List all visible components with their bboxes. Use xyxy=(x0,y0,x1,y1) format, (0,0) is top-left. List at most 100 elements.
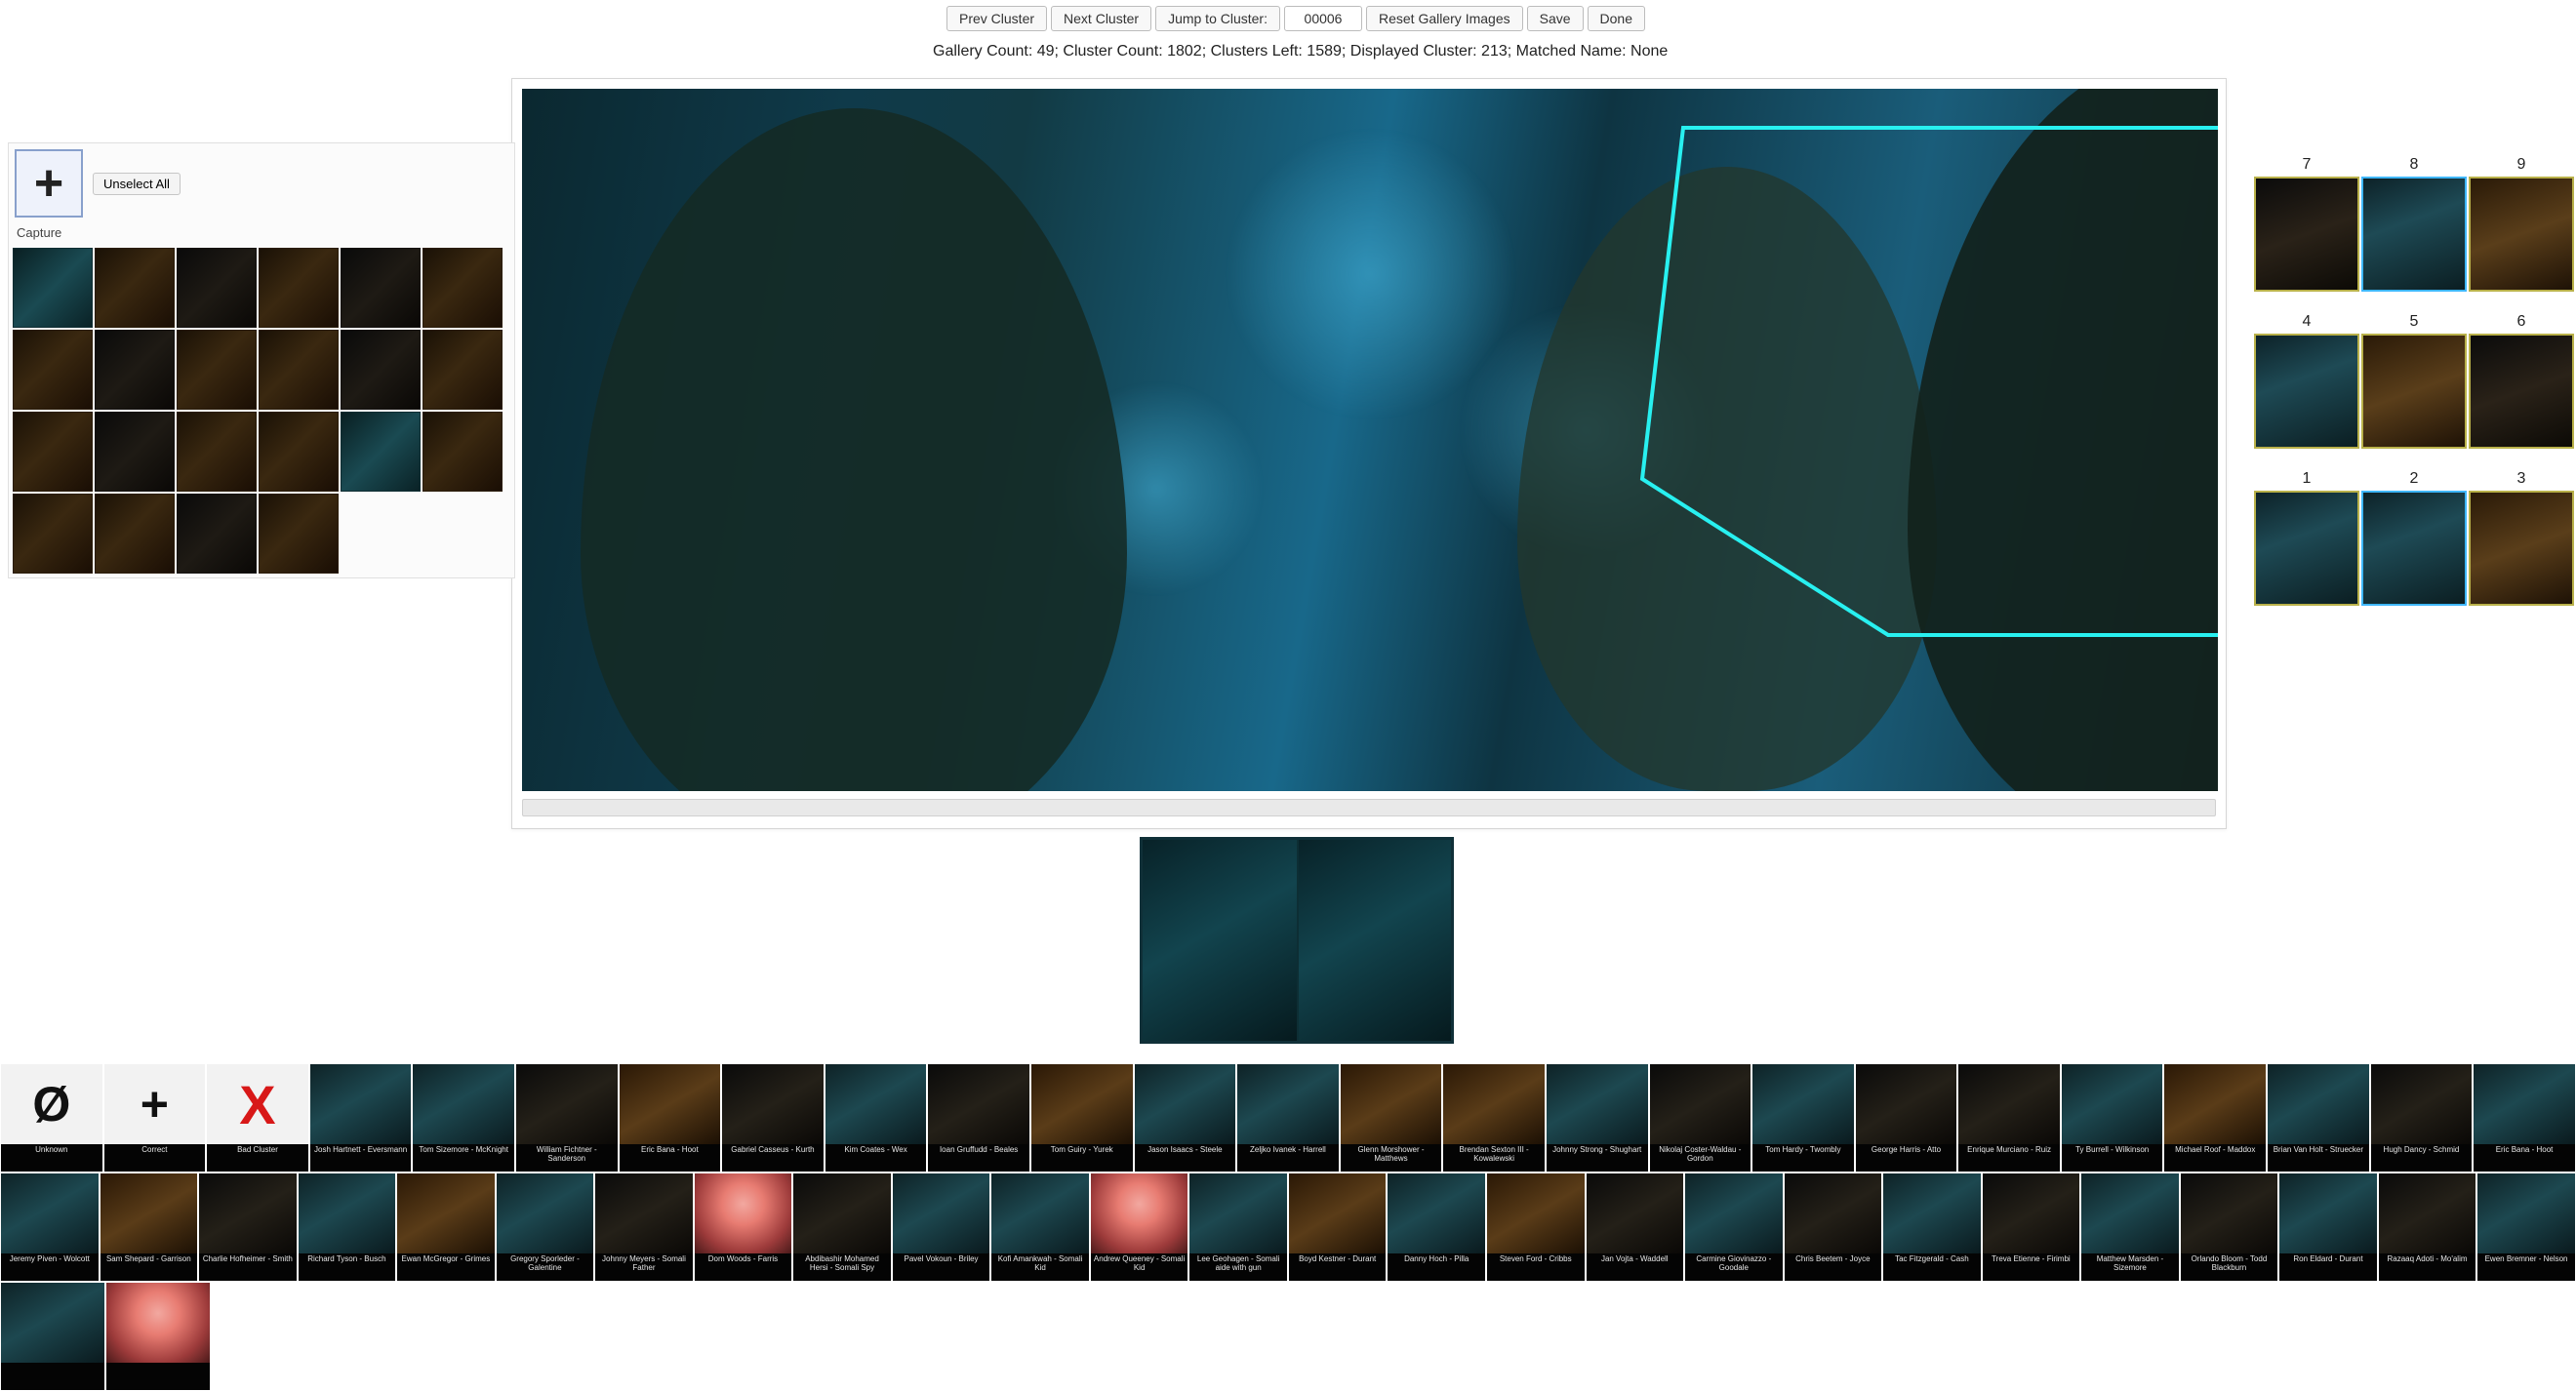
gallery-item[interactable]: Tom Sizemore - McKnight xyxy=(413,1064,514,1172)
gallery-item[interactable]: Sam Shepard - Garrison xyxy=(101,1173,198,1281)
gallery-item[interactable]: Enrique Murciano - Ruiz xyxy=(1958,1064,2060,1172)
cluster-thumb[interactable] xyxy=(177,494,257,574)
candidate-thumb[interactable] xyxy=(2469,491,2574,606)
gallery-item[interactable]: Johnny Strong - Shughart xyxy=(1547,1064,1648,1172)
gallery-item[interactable]: Boyd Kestner - Durant xyxy=(1289,1173,1387,1281)
gallery-item[interactable]: Danny Hoch - Pilla xyxy=(1388,1173,1485,1281)
unselect-all-button[interactable]: Unselect All xyxy=(93,173,181,195)
gallery-item[interactable]: Jan Vojta - Waddell xyxy=(1587,1173,1684,1281)
gallery-item[interactable]: Hugh Dancy - Schmid xyxy=(2371,1064,2473,1172)
candidate-thumb[interactable] xyxy=(2254,491,2359,606)
main-frame-image[interactable] xyxy=(522,89,2218,791)
cluster-thumb[interactable] xyxy=(13,248,93,328)
gallery-item[interactable]: Johnny Meyers - Somali Father xyxy=(595,1173,693,1281)
gallery-item[interactable]: Tom Guiry - Yurek xyxy=(1031,1064,1133,1172)
candidate-thumb[interactable] xyxy=(2361,334,2467,449)
gallery-item[interactable]: Charlie Hofheimer - Smith xyxy=(199,1173,297,1281)
gallery-item[interactable]: Glenn Morshower - Matthews xyxy=(1341,1064,1442,1172)
gallery-item[interactable]: Jeremy Piven - Wolcott xyxy=(1,1173,99,1281)
gallery-item[interactable]: Jason Isaacs - Steele xyxy=(1135,1064,1236,1172)
candidate-thumb[interactable] xyxy=(2469,334,2574,449)
cluster-thumb[interactable] xyxy=(341,330,421,410)
gallery-item[interactable]: Gabriel Casseus - Kurth xyxy=(722,1064,824,1172)
cluster-thumb[interactable] xyxy=(95,248,175,328)
add-cluster-button[interactable]: + xyxy=(15,149,83,218)
cluster-thumb[interactable] xyxy=(259,412,339,492)
candidate-thumb[interactable] xyxy=(2361,491,2467,606)
gallery-item[interactable]: Matthew Marsden - Sizemore xyxy=(2081,1173,2179,1281)
gallery-item[interactable]: Orlando Bloom - Todd Blackburn xyxy=(2181,1173,2278,1281)
gallery-item[interactable]: George Harris - Atto xyxy=(1856,1064,1957,1172)
gallery-item[interactable]: Michael Roof - Maddox xyxy=(2164,1064,2266,1172)
gallery-item[interactable]: Chris Beetem - Joyce xyxy=(1785,1173,1882,1281)
gallery-item[interactable]: Ewen Bremner - Nelson xyxy=(2477,1173,2575,1281)
cluster-thumb[interactable] xyxy=(341,412,421,492)
gallery-item[interactable]: Kim Coates - Wex xyxy=(825,1064,927,1172)
gallery-item[interactable]: Zeljko Ivanek - Harrell xyxy=(1237,1064,1339,1172)
gallery-item[interactable]: Ty Burrell - Wilkinson xyxy=(2062,1064,2163,1172)
gallery-item[interactable]: Nikolaj Coster-Waldau - Gordon xyxy=(1650,1064,1751,1172)
gallery-item[interactable]: Gregory Sporleder - Galentine xyxy=(497,1173,594,1281)
gallery-item[interactable]: William Fichtner - Sanderson xyxy=(516,1064,618,1172)
gallery-row xyxy=(0,1282,2576,1391)
current-cluster-thumb[interactable] xyxy=(1143,840,1297,1041)
cluster-thumb[interactable] xyxy=(423,412,503,492)
reset-gallery-button[interactable]: Reset Gallery Images xyxy=(1366,6,1523,31)
next-cluster-button[interactable]: Next Cluster xyxy=(1051,6,1151,31)
gallery-item[interactable]: Razaaq Adoti - Mo'alim xyxy=(2379,1173,2476,1281)
cluster-thumb[interactable] xyxy=(423,330,503,410)
gallery-item-image xyxy=(2181,1173,2278,1253)
cluster-thumb[interactable] xyxy=(95,494,175,574)
cluster-thumb[interactable] xyxy=(13,412,93,492)
gallery-item[interactable] xyxy=(106,1283,210,1390)
done-button[interactable]: Done xyxy=(1588,6,1645,31)
cluster-thumb[interactable] xyxy=(341,248,421,328)
cluster-thumb[interactable] xyxy=(259,330,339,410)
gallery-item[interactable]: Abdibashir Mohamed Hersi - Somali Spy xyxy=(793,1173,891,1281)
cluster-thumb[interactable] xyxy=(177,248,257,328)
prev-cluster-button[interactable]: Prev Cluster xyxy=(946,6,1047,31)
gallery-item[interactable]: Ioan Gruffudd - Beales xyxy=(928,1064,1029,1172)
main-frame-scrollbar[interactable] xyxy=(522,799,2216,816)
gallery-item[interactable]: Josh Hartnett - Eversmann xyxy=(310,1064,412,1172)
gallery-item[interactable]: Ewan McGregor - Grimes xyxy=(397,1173,495,1281)
gallery-item[interactable]: Richard Tyson - Busch xyxy=(299,1173,396,1281)
gallery-item[interactable] xyxy=(1,1283,104,1390)
gallery-item[interactable]: Dom Woods - Farris xyxy=(695,1173,792,1281)
jump-to-cluster-input[interactable] xyxy=(1284,6,1362,31)
gallery-item[interactable]: Treva Etienne - Firimbi xyxy=(1983,1173,2080,1281)
gallery-item[interactable]: Lee Geohagen - Somali aide with gun xyxy=(1189,1173,1287,1281)
candidate-thumb[interactable] xyxy=(2254,334,2359,449)
candidate-thumb[interactable] xyxy=(2361,177,2467,292)
cluster-thumb[interactable] xyxy=(259,248,339,328)
gallery-tool[interactable]: ØUnknown xyxy=(1,1064,102,1172)
candidate-thumb[interactable] xyxy=(2469,177,2574,292)
gallery-item[interactable]: Steven Ford - Cribbs xyxy=(1487,1173,1585,1281)
gallery-item[interactable]: Andrew Queeney - Somali Kid xyxy=(1091,1173,1188,1281)
gallery-item[interactable]: Eric Bana - Hoot xyxy=(620,1064,721,1172)
cluster-thumb[interactable] xyxy=(259,494,339,574)
cluster-thumb[interactable] xyxy=(177,330,257,410)
gallery-item[interactable]: Carmine Giovinazzo - Goodale xyxy=(1685,1173,1783,1281)
gallery-item[interactable]: Brian Van Holt - Struecker xyxy=(2268,1064,2369,1172)
gallery-row: ØUnknown+CorrectXBad ClusterJosh Hartnet… xyxy=(0,1063,2576,1172)
gallery-item[interactable]: Ron Eldard - Durant xyxy=(2279,1173,2377,1281)
gallery-item[interactable]: Eric Bana - Hoot xyxy=(2474,1064,2575,1172)
save-button[interactable]: Save xyxy=(1527,6,1584,31)
cluster-thumb[interactable] xyxy=(423,248,503,328)
cluster-thumb[interactable] xyxy=(13,494,93,574)
gallery-item[interactable]: Tac Fitzgerald - Cash xyxy=(1883,1173,1981,1281)
candidate-thumb[interactable] xyxy=(2254,177,2359,292)
gallery-item[interactable]: Brendan Sexton III - Kowalewski xyxy=(1443,1064,1545,1172)
candidate-index: 7 xyxy=(2254,156,2359,174)
cluster-thumb[interactable] xyxy=(177,412,257,492)
gallery-item[interactable]: Kofi Amankwah - Somali Kid xyxy=(991,1173,1089,1281)
current-cluster-thumb[interactable] xyxy=(1297,840,1451,1041)
gallery-item[interactable]: Pavel Vokoun - Briley xyxy=(893,1173,990,1281)
gallery-tool[interactable]: XBad Cluster xyxy=(207,1064,308,1172)
cluster-thumb[interactable] xyxy=(95,330,175,410)
gallery-tool[interactable]: +Correct xyxy=(104,1064,206,1172)
cluster-thumb[interactable] xyxy=(95,412,175,492)
gallery-item[interactable]: Tom Hardy - Twombly xyxy=(1752,1064,1854,1172)
cluster-thumb[interactable] xyxy=(13,330,93,410)
